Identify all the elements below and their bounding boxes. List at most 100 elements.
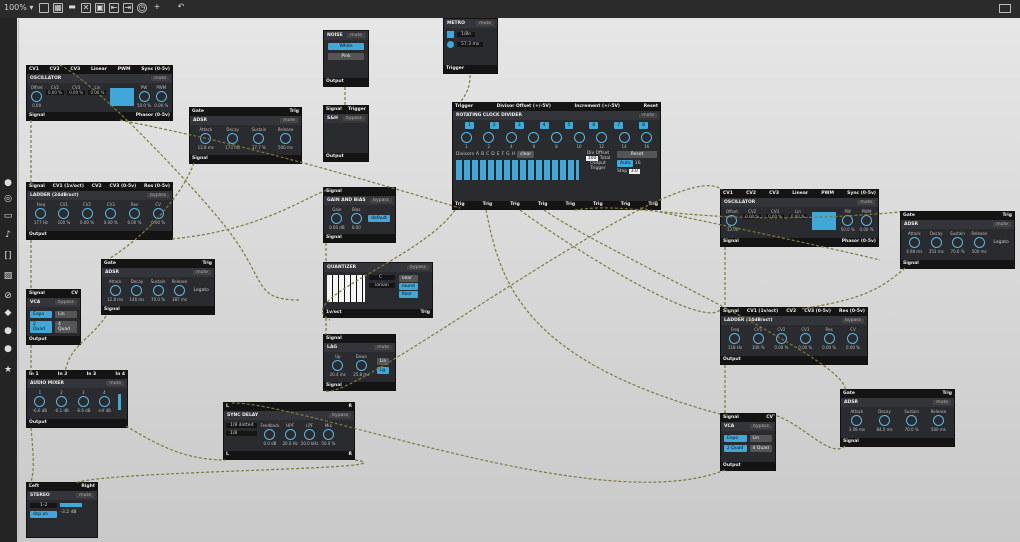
divisor-knob[interactable]: 16 xyxy=(641,131,653,149)
dsp-toggle[interactable]: dsp on xyxy=(30,511,58,518)
channel-3-knob[interactable]: 3 -6.6 dB xyxy=(76,390,90,413)
release-knob[interactable]: Release 387 ms xyxy=(172,279,188,302)
bypass-button[interactable]: bypass xyxy=(343,116,365,121)
inlet[interactable]: R xyxy=(349,404,352,410)
mute-button[interactable]: mute xyxy=(193,270,211,275)
divisor-grid[interactable] xyxy=(456,160,579,180)
outlet[interactable]: Trig xyxy=(593,202,603,208)
divisor-knob[interactable]: 10 xyxy=(573,131,585,149)
inlet[interactable]: Right xyxy=(81,484,95,490)
outlet[interactable]: L xyxy=(226,452,229,458)
gain-bias-module[interactable]: Signal GAIN AND BIAS bypass Gain 0.00 dB B… xyxy=(323,187,396,243)
reset-button[interactable]: Reset xyxy=(617,151,657,158)
quantizer-module[interactable]: QUANTIZER bypass C ionian near round floo… xyxy=(323,262,433,318)
inlet[interactable]: Sync (0-5v) xyxy=(847,191,876,197)
channel-4-knob[interactable]: 4 -inf dB xyxy=(98,390,111,413)
bracket-icon[interactable]: [] xyxy=(3,251,13,261)
audio-mixer-module[interactable]: In 1 In 2 In 3 In 4 AUDIO MIXER mute 1 -6.6 d… xyxy=(26,370,128,428)
route-out-icon[interactable]: ⇥ xyxy=(123,3,133,13)
inlet[interactable]: Gate xyxy=(192,109,204,115)
res-knob[interactable]: Res 0.00 % xyxy=(822,327,836,350)
vca-module-1[interactable]: Signal CV VCA bypass Expo Lin 2 Quad 4 Quad … xyxy=(26,289,81,345)
inlet[interactable]: Trigger xyxy=(348,107,366,113)
inlet[interactable]: Increment (+/-5V) xyxy=(575,104,621,110)
outlet[interactable]: Output xyxy=(29,420,47,426)
inlet[interactable]: Signal xyxy=(29,291,45,297)
mute-button[interactable]: mute xyxy=(933,400,951,405)
adsr-module-4[interactable]: Gate Trig ADSR mute Attack 3.08 ms Decay 84.… xyxy=(840,389,955,447)
inlet[interactable]: CV2 xyxy=(786,309,796,315)
cv3-field[interactable]: CV3 0.00 % xyxy=(67,85,86,108)
cv-knob[interactable]: CV 0.00 % xyxy=(151,202,165,225)
inlet[interactable]: Trig xyxy=(289,109,299,115)
gain-knob[interactable]: Gain 0.00 dB xyxy=(329,207,344,230)
channel-1-knob[interactable]: 1 -6.6 dB xyxy=(33,390,47,413)
step-field[interactable]: 3.0 xyxy=(628,169,640,174)
inlet[interactable]: Gate xyxy=(104,261,116,267)
bypass-button[interactable]: bypass xyxy=(370,198,392,203)
lin-button[interactable]: Lin xyxy=(55,311,77,318)
clock-divider-module[interactable]: Trigger Divisor Offset (+/-5V) Increment (… xyxy=(452,102,661,210)
2-quad-button[interactable]: 2 Quad xyxy=(30,321,52,333)
inlet[interactable]: Signal xyxy=(29,184,45,190)
rate-field[interactable]: 57.3 ms xyxy=(457,42,484,47)
divisor-knob[interactable]: 2 xyxy=(483,131,495,149)
outlet[interactable]: Signal xyxy=(903,261,919,267)
inlet[interactable]: CV3 xyxy=(70,67,80,73)
inlet[interactable]: Linear xyxy=(91,67,107,73)
inlet[interactable]: Signal xyxy=(723,309,739,315)
decay-knob[interactable]: Decay 173 ms xyxy=(225,127,240,150)
inlet[interactable]: Left xyxy=(29,484,39,490)
divisor-knob[interactable]: 4 xyxy=(505,131,517,149)
inlet[interactable]: In 4 xyxy=(115,372,125,378)
release-knob[interactable]: Release 500 ms xyxy=(931,409,947,432)
round-button[interactable]: round xyxy=(398,283,418,290)
comment-icon[interactable]: ▬ xyxy=(67,3,77,13)
cv-knob[interactable]: CV 0.00 % xyxy=(846,327,860,350)
bypass-button[interactable]: bypass xyxy=(407,265,429,270)
paperclip-icon[interactable]: ⊘ xyxy=(3,291,13,301)
sustain-knob[interactable]: Sustain 70.0 % xyxy=(151,279,166,302)
sustain-knob[interactable]: Sustain 70.0 % xyxy=(904,409,919,432)
4-quad-button[interactable]: 4 Quad xyxy=(749,445,772,452)
attack-knob[interactable]: Attack 3.08 ms xyxy=(849,409,865,432)
sustain-knob[interactable]: Sustain 37.7 % xyxy=(251,127,266,150)
outlet[interactable]: Output xyxy=(723,357,741,363)
decay-knob[interactable]: Decay 353 ms xyxy=(929,231,944,254)
step-button[interactable]: 5 xyxy=(564,122,574,129)
inlet[interactable]: In 2 xyxy=(58,372,68,378)
sync-delay-module[interactable]: L R SYNC DELAY bypass 1/8 dotted 1/8 Feedb… xyxy=(223,402,355,460)
outlet[interactable]: Output xyxy=(326,154,344,160)
undo-icon[interactable]: ↶ xyxy=(176,3,186,13)
adsr-module-1[interactable]: Gate Trig ADSR mute Attack 12.8 ms Decay 173… xyxy=(189,107,302,164)
lin-button[interactable]: Lin xyxy=(749,435,772,442)
key-select[interactable]: C xyxy=(369,275,395,280)
channel-select[interactable]: 1-2 xyxy=(30,503,58,508)
divisor-knob[interactable]: 14 xyxy=(618,131,630,149)
cv2-knob[interactable]: CV2 0.00 % xyxy=(774,327,788,350)
near-button[interactable]: near xyxy=(398,275,418,282)
oscillator-module-1[interactable]: CV1 CV2 CV3 Linear PWM Sync (0-5v) OSCILLATOR… xyxy=(26,65,173,121)
mute-button[interactable]: mute xyxy=(993,222,1011,227)
zoom-dropdown[interactable]: 100% ▾ xyxy=(4,3,33,12)
rect-icon[interactable]: ▭ xyxy=(3,211,13,221)
adsr-module-3[interactable]: Gate Trig ADSR mute Attack 4.98 ms Decay 353… xyxy=(900,211,1015,269)
cv2-field[interactable]: CV2 0.00 % xyxy=(743,209,762,232)
white-noise-button[interactable]: White xyxy=(328,43,364,50)
divisor-knob[interactable]: 12 xyxy=(596,131,608,149)
ladder-filter-module-1[interactable]: Signal CV1 (1v/oct) CV2 CV3 (0-5v) Res (0-5v… xyxy=(26,182,173,240)
inlet[interactable]: Signal xyxy=(326,189,342,195)
inlet[interactable]: Sync (0-5v) xyxy=(141,67,170,73)
divisor-knob[interactable]: 6 xyxy=(528,131,540,149)
delay-time-left[interactable]: 1/8 dotted xyxy=(226,423,258,428)
step-button[interactable]: 8 xyxy=(639,122,648,129)
mute-button[interactable]: mute xyxy=(639,113,657,118)
inlet[interactable]: Gate xyxy=(843,391,855,397)
adsr-module-2[interactable]: Gate Trig ADSR mute Attack 12.8 ms Decay 146… xyxy=(101,259,215,315)
mute-button[interactable]: mute xyxy=(347,33,365,38)
inlet[interactable]: In 1 xyxy=(29,372,39,378)
cv3-knob[interactable]: CV3 0.00 % xyxy=(798,327,812,350)
bypass-button[interactable]: bypass xyxy=(750,424,772,429)
image-icon[interactable]: ▨ xyxy=(3,271,13,281)
mute-button[interactable]: mute xyxy=(476,21,494,26)
